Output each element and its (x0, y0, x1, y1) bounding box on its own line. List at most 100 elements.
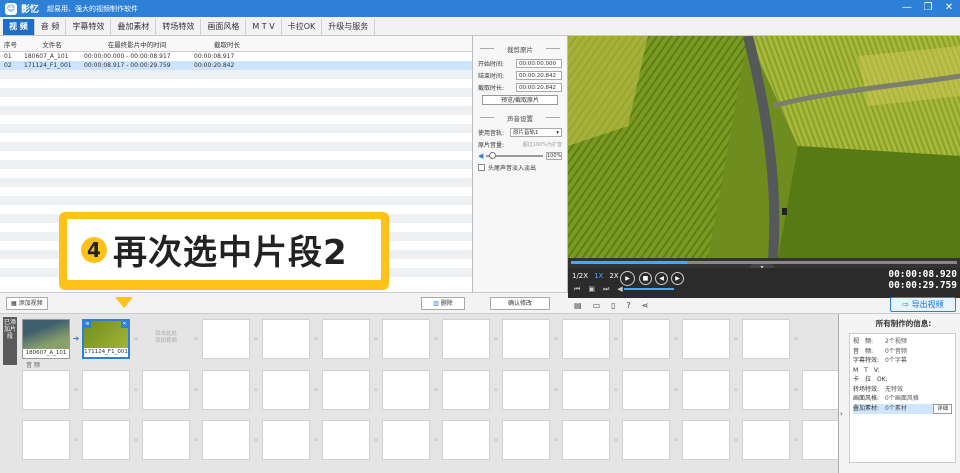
stop-icon[interactable]: ■ (639, 272, 652, 285)
track-row-3: »» »» »» »» »» »» » (22, 420, 850, 460)
info-row: 视 频: 2个视频 (853, 338, 907, 345)
end-time-label: 结束时间: (478, 73, 505, 80)
tab-mtv[interactable]: M T V (246, 19, 282, 35)
cell-file: 180607_A_101 (24, 53, 69, 60)
audio-track-label: 使用音轨: (478, 130, 505, 137)
audio-track-label: 音 频 (26, 362, 40, 369)
col-time: 在最终影片中的时间 (107, 40, 167, 49)
current-time: 00:00:08.920 (888, 269, 957, 280)
volume-value[interactable]: 100% (546, 152, 562, 160)
speed-1x[interactable]: 1X (594, 272, 603, 280)
snapshot-icon[interactable]: ▣ (588, 285, 595, 294)
duration-label: 截取时长: (478, 85, 505, 92)
info-row: 转场特效: 无特效 (853, 385, 904, 393)
info-row: 字幕特效: 0个字幕 (853, 357, 907, 364)
tab-karaoke[interactable]: 卡拉OK (282, 19, 323, 35)
save-icon[interactable]: ▤ (574, 301, 582, 310)
player-controls: 1/2X 1X 2X ▶ ■ ◀ ▶ ⏮ ▣ ⏭ ◀ 00:00:08.920 … (568, 268, 960, 298)
clip-name: 171124_F1_001 (84, 348, 128, 357)
volume-slider[interactable] (486, 152, 543, 159)
cell-file: 171124_F1_001 (24, 62, 72, 69)
timeline-side-tab[interactable]: 已添加片段 (3, 317, 17, 365)
clip-settings-panel: 裁剪原片 开始时间: 00:00:00.000 结束时间: 00:00:20.8… (473, 36, 568, 292)
volume-hint: 超过100%为扩音 (522, 142, 562, 148)
tab-upgrade[interactable]: 升级与服务 (322, 19, 376, 35)
close-icon[interactable]: ✕ (942, 1, 956, 15)
add-video-hint[interactable]: 双击此处 添加视频 (142, 319, 190, 359)
transition-arrow-icon[interactable]: » (132, 319, 140, 359)
new-file-icon[interactable]: ▯ (611, 301, 615, 310)
minimize-icon[interactable]: — (900, 1, 914, 15)
volume-icon[interactable]: ◀ (617, 285, 622, 294)
cell-dur: 00:00:08.917 (194, 53, 235, 60)
table-row[interactable]: 01 180607_A_101 00:00:00.000 - 00:00:08.… (0, 52, 472, 61)
start-time-label: 开始时间: (478, 61, 505, 68)
tab-subtitle[interactable]: 字幕特效 (66, 19, 112, 35)
duration-input[interactable]: 00:00:20.842 (516, 83, 562, 92)
cell-no: 01 (4, 53, 12, 60)
tab-video[interactable]: 视 频 (3, 19, 35, 35)
table-header: 序号 文件名 在最终影片中的时间 截取时长 (0, 36, 472, 52)
player-volume-slider[interactable] (624, 288, 674, 290)
player-small-icons: ⏮ ▣ ⏭ ◀ (574, 285, 623, 294)
help-icon[interactable]: ? (627, 301, 631, 310)
audio-track-select[interactable]: 原片音轨1 ▾ (510, 128, 562, 137)
fade-checkbox[interactable] (478, 164, 485, 171)
video-preview (568, 36, 960, 258)
next-frame-icon[interactable]: ▶ (671, 272, 684, 285)
end-time-input[interactable]: 00:00:20.842 (516, 71, 562, 80)
speed-2x[interactable]: 2X (609, 272, 618, 280)
app-logo-icon: ☺ (5, 2, 17, 15)
restore-icon[interactable]: ❐ (921, 1, 935, 15)
play-icon[interactable]: ▶ (620, 271, 635, 286)
collapse-icon[interactable]: › (840, 410, 843, 418)
tab-overlay[interactable]: 叠加素材 (111, 19, 157, 35)
export-video-button[interactable]: ⇨ 导出视频 (890, 297, 956, 312)
info-title: 所有制作的信息: (875, 319, 932, 328)
clip-settings-icon[interactable]: ≡ (84, 321, 91, 328)
timeline-panel: 已添加片段 180607_A_101 ➜ ≡ ✕ 171124_F1_001 »… (0, 314, 850, 473)
tutorial-callout: 4 再次选中片段2 (59, 212, 389, 290)
audio-track-value: 原片音轨1 (513, 130, 539, 136)
total-time: 00:00:29.759 (888, 280, 957, 291)
confirm-edit-button[interactable]: 确认修改 (490, 297, 550, 310)
share-icon[interactable]: ⋖ (642, 301, 649, 310)
skip-start-icon[interactable]: ⏮ (574, 285, 580, 294)
speaker-icon: ◀ (478, 152, 484, 160)
video-track: 180607_A_101 ➜ ≡ ✕ 171124_F1_001 » 双击此处 … (22, 319, 798, 359)
tab-audio[interactable]: 音 频 (35, 19, 67, 35)
tab-style[interactable]: 画面风格 (201, 19, 247, 35)
start-time-input[interactable]: 00:00:00.000 (516, 59, 562, 68)
title-bar: ☺ 影忆 超易用、强大的视频制作软件 — ❐ ✕ (0, 0, 960, 17)
delete-label: 删除 (440, 300, 453, 307)
app-name: 影忆 (21, 5, 40, 15)
col-dur: 截取时长 (214, 40, 240, 49)
prev-frame-icon[interactable]: ◀ (655, 272, 668, 285)
open-folder-icon[interactable]: ▭ (593, 301, 601, 310)
delete-button[interactable]: ▥ 删除 (421, 297, 465, 310)
add-video-button[interactable]: ▦ 添加视频 (6, 297, 48, 310)
fade-label: 头尾声音淡入淡出 (488, 165, 537, 172)
preview-frame (568, 36, 960, 258)
transition-arrow-icon[interactable]: ➜ (72, 319, 80, 359)
info-row: 卡 拉 OK: (853, 376, 888, 383)
detail-button[interactable]: 详细 (932, 403, 952, 414)
clip-remove-icon[interactable]: ✕ (121, 321, 128, 328)
volume-slider-knob[interactable] (489, 152, 497, 159)
table-row-selected[interactable]: 02 171124_F1_001 00:00:08.917 - 00:00:29… (0, 61, 472, 70)
app-slogan: 超易用、强大的视频制作软件 (47, 4, 139, 13)
export-label: 导出视频 (911, 300, 944, 309)
timeline-clip-2[interactable]: ≡ ✕ 171124_F1_001 (82, 319, 130, 359)
info-list: 视 频: 2个视频 音 频: 0个音频 字幕特效: 0个字幕 M T V: 卡 拉 O… (849, 333, 956, 463)
tab-transition[interactable]: 转场特效 (156, 19, 202, 35)
speed-half[interactable]: 1/2X (572, 272, 588, 280)
skip-end-icon[interactable]: ⏭ (603, 285, 609, 294)
add-video-label: 添加视频 (18, 300, 43, 307)
clip-name: 180607_A_101 (23, 349, 69, 358)
preview-cut-button[interactable]: 预览/截取原片 (482, 95, 558, 105)
timeline-clip-1[interactable]: 180607_A_101 (22, 319, 70, 359)
info-row: 画面风格: 0个画面风格 (853, 395, 919, 402)
callout-pointer-icon (115, 297, 133, 308)
callout-step-number: 4 (81, 236, 107, 263)
list-action-bar: ▦ 添加视频 ▥ 删除 确认修改 (0, 292, 568, 314)
